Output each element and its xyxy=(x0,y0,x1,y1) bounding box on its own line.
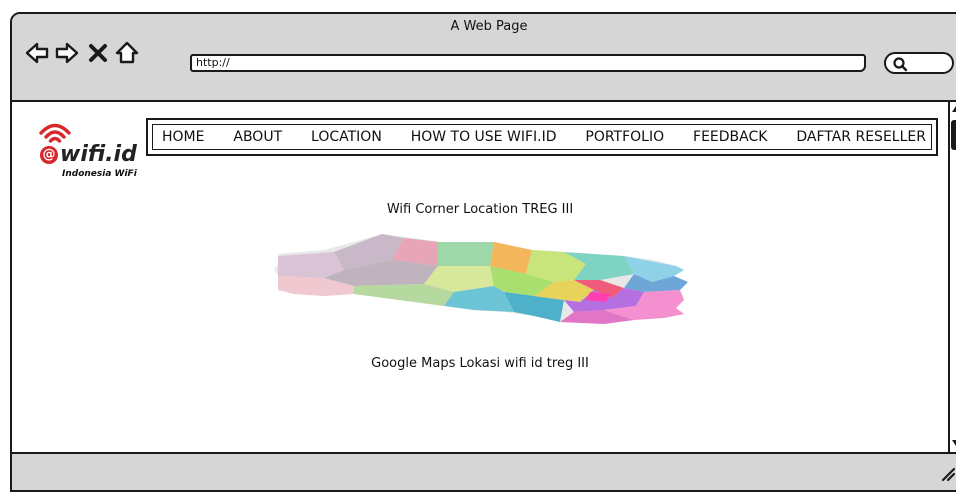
logo-tagline: Indonesia WiFi xyxy=(62,169,137,179)
nav-about[interactable]: ABOUT xyxy=(233,129,282,145)
search-icon xyxy=(893,57,908,72)
nav-how-to-use[interactable]: HOW TO USE WIFI.ID xyxy=(411,129,557,145)
search-button[interactable] xyxy=(884,52,954,74)
region-map-image xyxy=(274,234,688,324)
map-caption: Google Maps Lokasi wifi id treg III xyxy=(371,356,589,371)
stop-icon[interactable] xyxy=(86,40,110,66)
logo-wordmark: wifi.id xyxy=(60,142,137,167)
home-icon[interactable] xyxy=(114,40,140,66)
vertical-scrollbar[interactable] xyxy=(948,102,956,452)
main-nav: HOME ABOUT LOCATION HOW TO USE WIFI.ID P… xyxy=(146,118,938,156)
scroll-down-arrow-icon[interactable] xyxy=(951,438,956,448)
back-icon[interactable] xyxy=(24,40,50,66)
wifi-id-logo[interactable]: @ wifi.id Indonesia WiFi xyxy=(26,120,146,180)
resize-grip-icon[interactable] xyxy=(940,466,956,482)
nav-location[interactable]: LOCATION xyxy=(311,129,382,145)
page-content: @ wifi.id Indonesia WiFi HOME ABOUT LOCA… xyxy=(12,102,948,452)
scroll-thumb[interactable] xyxy=(951,120,956,150)
address-bar[interactable]: http:// xyxy=(190,54,866,72)
at-sign-icon: @ xyxy=(40,146,58,164)
window-title: A Web Page xyxy=(450,19,528,34)
nav-daftar-reseller[interactable]: DAFTAR RESELLER xyxy=(796,129,926,145)
map-heading: Wifi Corner Location TREG III xyxy=(386,202,574,217)
nav-home[interactable]: HOME xyxy=(162,129,204,145)
forward-icon[interactable] xyxy=(54,40,80,66)
scroll-up-arrow-icon[interactable] xyxy=(951,104,956,114)
browser-window: A Web Page http:// @ wifi.id Indonesia W… xyxy=(10,12,956,492)
nav-feedback[interactable]: FEEDBACK xyxy=(693,129,767,145)
status-bar xyxy=(12,452,956,490)
nav-portfolio[interactable]: PORTFOLIO xyxy=(585,129,664,145)
browser-chrome: A Web Page http:// xyxy=(12,14,956,102)
